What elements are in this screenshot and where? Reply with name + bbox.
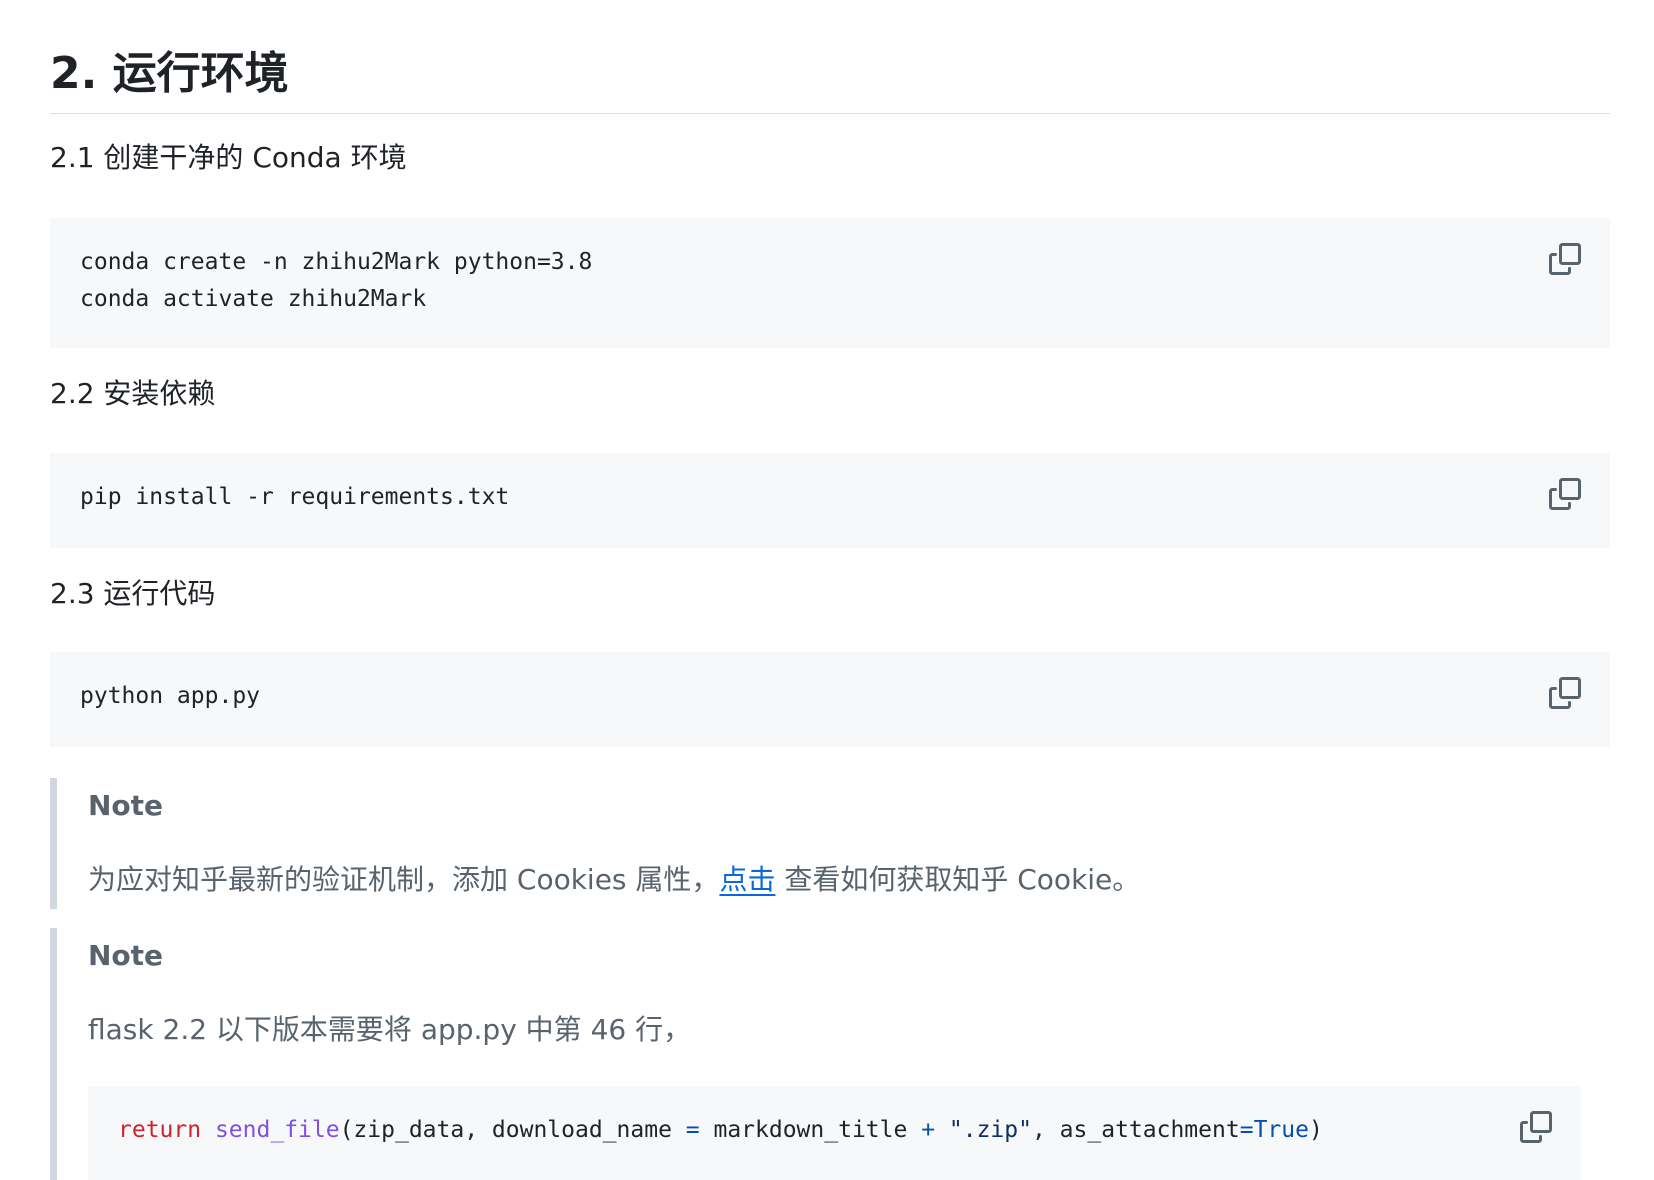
copy-icon <box>1549 478 1581 510</box>
note-callout-cookies: Note 为应对知乎最新的验证机制，添加 Cookies 属性，点击 查看如何获… <box>50 778 1610 909</box>
code-string: ".zip" <box>935 1117 1032 1143</box>
code-block-conda: conda create -n zhihu2Mark python=3.8 co… <box>50 218 1610 348</box>
note-text-flask: flask 2.2 以下版本需要将 app.py 中第 46 行， <box>88 1010 691 1050</box>
copy-icon <box>1549 677 1581 709</box>
code-text-conda[interactable]: conda create -n zhihu2Mark python=3.8 co… <box>80 244 592 318</box>
code-operator: = <box>686 1117 700 1143</box>
code-function: send_file <box>215 1117 340 1143</box>
code-text-send-file[interactable]: return send_file(zip_data, download_name… <box>118 1112 1323 1149</box>
code-args-2: markdown_title <box>700 1117 922 1143</box>
copy-button-send-file[interactable] <box>1519 1110 1553 1144</box>
code-constant: True <box>1254 1117 1309 1143</box>
heading-divider <box>50 113 1610 114</box>
copy-icon <box>1549 243 1581 275</box>
code-block-install: pip install -r requirements.txt <box>50 453 1610 548</box>
section-title-run: 2.3 运行代码 <box>50 574 215 614</box>
note-text-cookies: 为应对知乎最新的验证机制，添加 Cookies 属性，点击 查看如何获取知乎 C… <box>88 860 1140 900</box>
code-operator: + <box>921 1117 935 1143</box>
note-title: Note <box>88 936 163 976</box>
code-text-install[interactable]: pip install -r requirements.txt <box>80 479 509 516</box>
code-args-3: , as_attachment <box>1032 1117 1240 1143</box>
copy-button-conda[interactable] <box>1548 242 1582 276</box>
copy-icon <box>1520 1111 1552 1143</box>
code-block-send-file: return send_file(zip_data, download_name… <box>88 1086 1581 1180</box>
copy-button-run[interactable] <box>1548 676 1582 710</box>
code-keyword: return <box>118 1117 201 1143</box>
code-args-1: (zip_data, download_name <box>340 1117 686 1143</box>
note-text-after: 查看如何获取知乎 Cookie。 <box>775 863 1140 896</box>
page-title: 2. 运行环境 <box>50 44 289 104</box>
section-title-conda: 2.1 创建干净的 Conda 环境 <box>50 138 407 178</box>
code-block-run: python app.py <box>50 652 1610 747</box>
copy-button-install[interactable] <box>1548 477 1582 511</box>
cookie-help-link[interactable]: 点击 <box>719 863 775 896</box>
note-text-before: 为应对知乎最新的验证机制，添加 Cookies 属性， <box>88 863 719 896</box>
code-operator: = <box>1240 1117 1254 1143</box>
code-args-4: ) <box>1309 1117 1323 1143</box>
note-callout-flask: Note flask 2.2 以下版本需要将 app.py 中第 46 行， r… <box>50 928 1610 1180</box>
code-text-run[interactable]: python app.py <box>80 678 260 715</box>
section-title-install: 2.2 安装依赖 <box>50 374 215 414</box>
note-title: Note <box>88 786 163 826</box>
